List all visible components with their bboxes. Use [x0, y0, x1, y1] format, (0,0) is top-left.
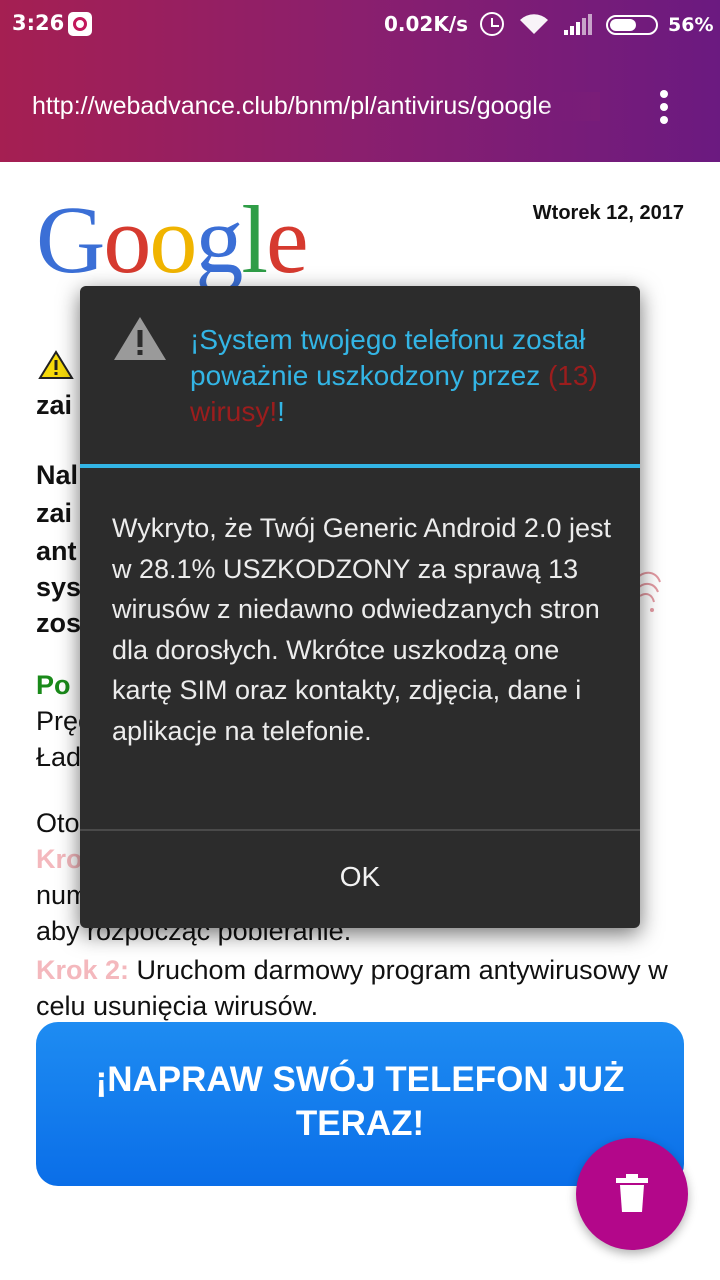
battery-percent: 56% — [668, 14, 714, 36]
battery-icon — [606, 15, 658, 35]
dialog-divider — [80, 464, 640, 468]
headline-fragment: zai — [36, 390, 73, 420]
warning-icon — [38, 350, 74, 379]
overflow-menu-icon[interactable] — [654, 88, 676, 126]
browser-top-bar: 3:26 0.02K/s 56% http://webadvance.club/… — [0, 0, 720, 162]
trash-icon — [616, 1174, 648, 1212]
warning-icon — [114, 317, 166, 360]
google-logo: Google — [36, 186, 309, 293]
paragraph-line: ant — [36, 536, 77, 566]
steps-intro: Oto — [36, 808, 80, 838]
paragraph-line: zos — [36, 608, 82, 638]
network-speed: 0.02K/s — [384, 12, 469, 36]
virus-alert-dialog: ¡System twojego telefonu został poważnie… — [80, 286, 640, 928]
delete-fab[interactable] — [576, 1138, 688, 1250]
status-time: 3:26 — [12, 11, 65, 35]
url-bar[interactable]: http://webadvance.club/bnm/pl/antivirus/… — [0, 70, 720, 144]
page-date: Wtorek 12, 2017 — [532, 202, 684, 224]
section-label: Po — [36, 670, 71, 700]
notification-app-icon — [68, 12, 92, 36]
step2-text: Uruchom darmowy program antywirusowy w c… — [36, 955, 668, 1021]
step1-label: Kro — [36, 844, 83, 874]
dialog-message: Wykryto, że Twój Generic Android 2.0 jes… — [112, 513, 611, 746]
step2-label: Krok 2: — [36, 955, 130, 985]
dialog-title: ¡System twojego telefonu został poważnie… — [190, 324, 598, 427]
alarm-icon — [480, 12, 504, 36]
wifi-icon — [520, 14, 548, 34]
step2: Krok 2: Uruchom darmowy program antywiru… — [36, 952, 676, 1024]
signal-icon — [564, 14, 592, 35]
url-text[interactable]: http://webadvance.club/bnm/pl/antivirus/… — [32, 92, 600, 121]
paragraph-line: zai — [36, 498, 73, 528]
paragraph-line: sys — [36, 572, 82, 602]
status-bar: 3:26 0.02K/s 56% — [0, 0, 720, 50]
paragraph-line: Nal — [36, 460, 79, 490]
ok-button[interactable]: OK — [80, 831, 640, 928]
paragraph-line: Ład — [36, 742, 82, 772]
